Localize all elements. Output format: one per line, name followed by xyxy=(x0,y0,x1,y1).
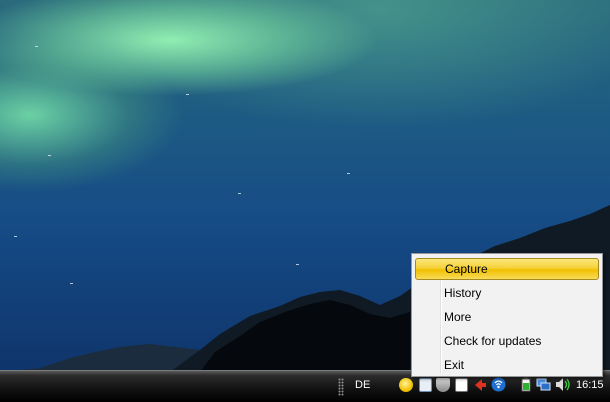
shield-icon[interactable] xyxy=(436,378,450,392)
network-activity-icon[interactable] xyxy=(455,378,468,392)
wireless-icon[interactable] xyxy=(491,377,506,392)
document-icon[interactable] xyxy=(419,378,432,392)
tray-context-menu: Capture History More Check for updates E… xyxy=(411,253,603,377)
menu-item-check-updates[interactable]: Check for updates xyxy=(415,330,599,352)
menu-item-exit[interactable]: Exit xyxy=(415,354,599,376)
capture-app-icon[interactable] xyxy=(399,378,413,392)
network-icon[interactable] xyxy=(536,377,551,392)
clock[interactable]: 16:15 xyxy=(576,379,604,391)
menu-item-capture[interactable]: Capture xyxy=(415,258,599,280)
menu-item-history[interactable]: History xyxy=(415,282,599,304)
language-indicator[interactable]: DE xyxy=(355,379,370,391)
volume-icon[interactable] xyxy=(555,377,571,392)
battery-icon[interactable] xyxy=(519,377,533,392)
red-arrow-icon[interactable] xyxy=(473,378,487,392)
menu-item-more[interactable]: More xyxy=(415,306,599,328)
taskbar-grip[interactable] xyxy=(338,378,344,396)
